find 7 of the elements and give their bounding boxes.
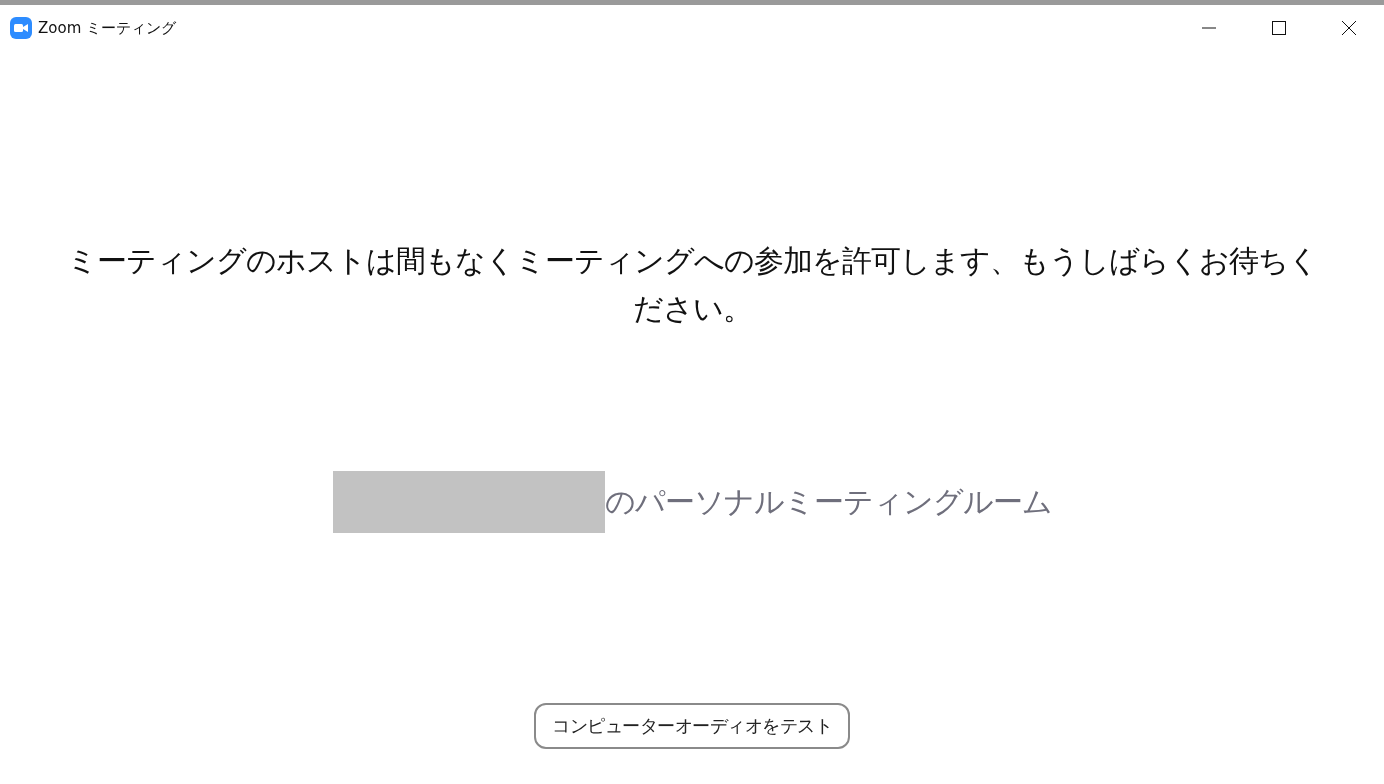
video-camera-icon (10, 17, 32, 39)
test-audio-button[interactable]: コンピューターオーディオをテスト (534, 703, 850, 749)
room-label: のパーソナルミーティングルーム (604, 482, 1052, 521)
waiting-message: ミーティングのホストは間もなくミーティングへの参加を許可します、もうしばらくお待ちください。 (65, 242, 1319, 328)
window-title: Zoom ミーティング (38, 18, 177, 38)
maximize-icon (1272, 21, 1286, 35)
close-icon (1341, 20, 1357, 36)
